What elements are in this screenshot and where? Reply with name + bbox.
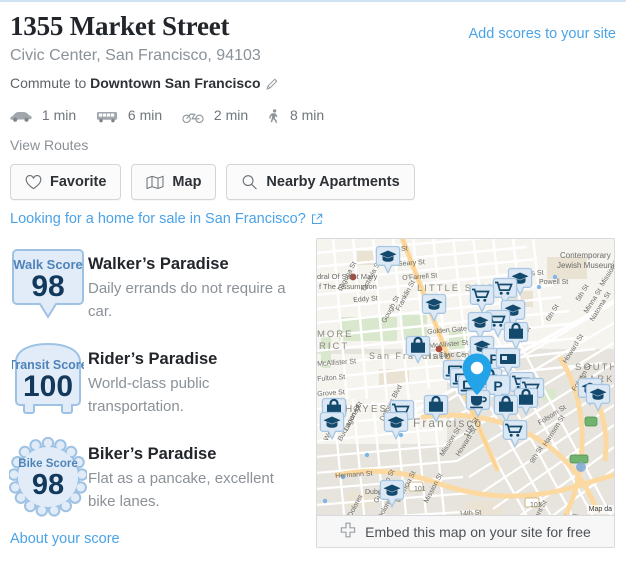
bike-icon bbox=[182, 106, 204, 132]
plus-icon bbox=[340, 522, 356, 541]
bike-score-value: 98 bbox=[32, 469, 64, 501]
heart-icon bbox=[25, 175, 42, 190]
bag-map-pin[interactable] bbox=[405, 335, 431, 367]
walk-icon bbox=[268, 106, 280, 132]
commute-destination: Downtown San Francisco bbox=[90, 75, 260, 91]
school-map-pin[interactable] bbox=[379, 479, 405, 511]
score-text-bike: Biker’s Paradise Flat as a pancake, exce… bbox=[88, 435, 298, 513]
svg-text:P: P bbox=[493, 378, 502, 394]
commute-mode-bus[interactable]: 6 min bbox=[96, 102, 162, 132]
walkscore-panel: 1355 Market Street Civic Center, San Fra… bbox=[0, 0, 626, 582]
action-buttons: Favorite Map Nearby Apartments bbox=[10, 164, 415, 200]
map-button[interactable]: Map bbox=[131, 164, 216, 200]
embed-map-label: Embed this map on your site for free bbox=[365, 524, 591, 540]
walk-score-heading: Walker’s Paradise bbox=[88, 253, 298, 275]
walk-score-badge[interactable]: Walk Score 98 bbox=[8, 245, 88, 331]
score-text-walk: Walker’s Paradise Daily errands do not r… bbox=[88, 245, 298, 323]
bus-icon bbox=[96, 106, 118, 132]
school-map-pin[interactable] bbox=[375, 245, 401, 277]
favorite-button-label: Favorite bbox=[50, 174, 106, 190]
bag-map-pin[interactable] bbox=[423, 394, 449, 426]
car-icon bbox=[10, 106, 32, 132]
school-map-pin[interactable] bbox=[319, 411, 345, 443]
address-subtitle: Civic Center, San Francisco, 94103 bbox=[10, 44, 616, 67]
commute-time-walk: 8 min bbox=[290, 107, 324, 123]
commute-line: Commute to Downtown San Francisco bbox=[10, 73, 616, 96]
transit-score-value: 100 bbox=[23, 370, 73, 403]
nearby-apartments-button-label: Nearby Apartments bbox=[266, 174, 399, 190]
home-for-sale-link[interactable]: Looking for a home for sale in San Franc… bbox=[10, 211, 323, 229]
transit-score-description: World-class public transportation. bbox=[88, 372, 298, 418]
embed-map-button[interactable]: Embed this map on your site for free bbox=[317, 515, 614, 547]
commute-time-bus: 6 min bbox=[128, 107, 162, 123]
map-panel[interactable]: Post StGeary StO'Farrell StEllis StConte… bbox=[316, 238, 615, 548]
score-row-transit: Transit Score 100 Rider’s Paradise World… bbox=[8, 340, 308, 435]
score-row-bike: Bike Score 98 Biker’s Paradise Flat as a… bbox=[8, 435, 308, 530]
score-row-walk: Walk Score 98 Walker’s Paradise Daily er… bbox=[8, 245, 308, 340]
commute-time-bike: 2 min bbox=[214, 107, 248, 123]
commute-mode-car[interactable]: 1 min bbox=[10, 102, 76, 132]
cart-map-pin[interactable] bbox=[502, 419, 528, 451]
school-map-pin[interactable] bbox=[585, 383, 611, 415]
add-scores-link[interactable]: Add scores to your site bbox=[469, 26, 617, 42]
transit-score-badge[interactable]: Transit Score 100 bbox=[8, 340, 88, 422]
commute-prefix: Commute to bbox=[10, 75, 86, 91]
home-for-sale-link-label: Looking for a home for sale in San Franc… bbox=[10, 211, 306, 227]
commute-modes: 1 min 6 min 2 min 8 min View Routes bbox=[10, 102, 360, 158]
school-map-pin[interactable] bbox=[383, 411, 409, 443]
scores-list: Walk Score 98 Walker’s Paradise Daily er… bbox=[8, 245, 308, 530]
favorite-button[interactable]: Favorite bbox=[10, 164, 121, 200]
magnifier-icon bbox=[241, 174, 258, 190]
commute-mode-bike[interactable]: 2 min bbox=[182, 102, 248, 132]
pencil-icon[interactable] bbox=[265, 76, 280, 96]
nearby-apartments-button[interactable]: Nearby Apartments bbox=[226, 164, 414, 200]
commute-time-car: 1 min bbox=[42, 107, 76, 123]
external-link-icon bbox=[311, 213, 323, 229]
bike-score-heading: Biker’s Paradise bbox=[88, 443, 298, 465]
header: 1355 Market Street Civic Center, San Fra… bbox=[10, 10, 616, 158]
transit-score-heading: Rider’s Paradise bbox=[88, 348, 298, 370]
map-icon bbox=[146, 175, 164, 190]
view-routes-link[interactable]: View Routes bbox=[10, 137, 88, 153]
commute-mode-walk[interactable]: 8 min bbox=[268, 102, 324, 132]
school-map-pin[interactable] bbox=[421, 293, 447, 325]
map-attribution: Map da bbox=[587, 505, 614, 514]
walk-score-description: Daily errands do not require a car. bbox=[88, 277, 298, 323]
bike-score-badge[interactable]: Bike Score 98 bbox=[8, 435, 88, 517]
about-your-score-link[interactable]: About your score bbox=[10, 531, 120, 547]
main-location-pin[interactable] bbox=[460, 352, 494, 396]
map-button-label: Map bbox=[172, 174, 201, 190]
walk-score-value: 98 bbox=[31, 270, 64, 303]
score-text-transit: Rider’s Paradise World-class public tran… bbox=[88, 340, 298, 418]
bike-score-description: Flat as a pancake, excellent bike lanes. bbox=[88, 467, 298, 513]
